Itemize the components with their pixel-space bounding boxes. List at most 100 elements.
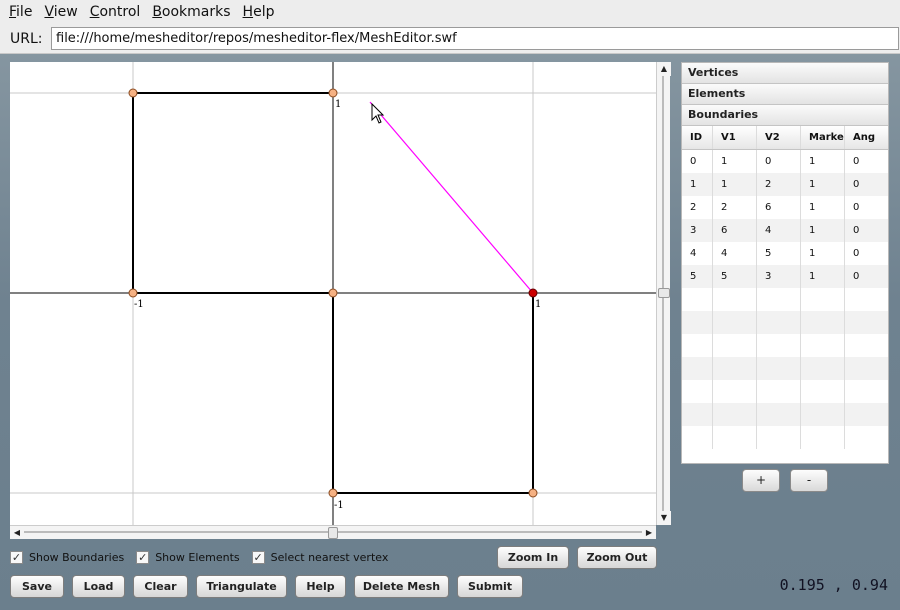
table-cell: 4 [757,219,801,242]
table-cell: 0 [853,248,860,259]
table-cell: 3 [682,219,713,242]
axis-label-bottom: -1 [334,500,344,511]
vertex[interactable] [528,488,538,498]
show-boundaries-option[interactable]: ✓ Show Boundaries [10,550,124,564]
accordion-vertices[interactable]: Vertices [682,63,888,84]
vertex[interactable] [328,88,338,98]
clear-button[interactable]: Clear [133,575,188,598]
zoom-out-button[interactable]: Zoom Out [577,546,657,569]
submit-button[interactable]: Submit [457,575,523,598]
show-elements-option[interactable]: ✓ Show Elements [136,550,240,564]
menu-control-label: ontrol [99,4,141,20]
menu-bookmarks[interactable]: Bookmarks [146,0,236,24]
table-row[interactable]: 2 2 6 1 0 [682,196,888,219]
selected-vertex[interactable] [528,288,538,298]
select-nearest-label: Select nearest vertex [270,550,389,564]
table-cell: 0 [853,225,860,236]
column-header-ang[interactable]: Ang [845,126,888,149]
menu-view[interactable]: View [38,0,83,24]
column-header-v1[interactable]: V1 [713,126,757,149]
table-row[interactable]: 1 1 2 1 0 [682,173,888,196]
table-cell: 0 [853,179,860,190]
menu-bar: File View Control Bookmarks Help [0,0,900,24]
scroll-left-arrow-icon[interactable]: ◀ [10,526,24,540]
remove-boundary-button[interactable]: - [790,469,828,492]
select-nearest-checkbox[interactable]: ✓ [251,550,265,564]
menu-file[interactable]: File [3,0,38,24]
add-boundary-button[interactable]: + [742,469,780,492]
table-cell: 2 [757,173,801,196]
show-elements-label: Show Elements [155,550,240,564]
axis-label-right: 1 [535,299,541,310]
axis-label-top: 1 [335,99,341,110]
table-row-empty [682,311,888,334]
mesh-svg[interactable]: 1 -1 1 -1 [10,62,656,525]
boundaries-table: ID V1 V2 Marke Ang 0 1 0 1 0 1 1 2 1 0 2… [682,126,888,449]
menu-help[interactable]: Help [237,0,281,24]
menu-bookmarks-label: ookmarks [161,4,231,20]
vertex[interactable] [128,288,138,298]
horizontal-scrollbar[interactable]: ◀ ▶ [10,525,656,539]
mesh-canvas[interactable]: 1 -1 1 -1 [10,62,656,525]
column-header-v2[interactable]: V2 [757,126,801,149]
table-row-empty [682,288,888,311]
table-cell: 0 [853,156,860,167]
url-bar: URL: file:///home/mesheditor/repos/meshe… [0,24,900,54]
table-row[interactable]: 4 4 5 1 0 [682,242,888,265]
table-cell: 1 [682,173,713,196]
scroll-up-arrow-icon[interactable]: ▲ [657,62,671,76]
table-cell: 5 [682,265,713,288]
cursor-coordinates: 0.195 , 0.94 [779,576,888,594]
table-cell: 5 [713,265,757,288]
menu-help-label: elp [253,4,275,20]
menu-bookmarks-mnemonic: B [152,4,162,20]
zoom-in-button[interactable]: Zoom In [497,546,569,569]
mouse-pointer-icon [371,102,385,124]
table-row-empty [682,426,888,449]
table-cell: 6 [757,196,801,219]
table-cell: 0 [682,150,713,173]
axis-label-left: -1 [134,299,144,310]
table-header: ID V1 V2 Marke Ang [682,126,888,150]
show-elements-checkbox[interactable]: ✓ [136,550,150,564]
help-button[interactable]: Help [295,575,346,598]
table-cell: 6 [713,219,757,242]
table-cell: 1 [801,219,845,242]
vertex[interactable] [328,488,338,498]
url-input[interactable]: file:///home/mesheditor/repos/mesheditor… [51,27,899,50]
vertical-scroll-thumb[interactable] [658,288,670,298]
table-row[interactable]: 3 6 4 1 0 [682,219,888,242]
table-cell: 3 [757,265,801,288]
table-cell: 2 [713,196,757,219]
vertical-scrollbar[interactable]: ▲ ▼ [656,62,671,525]
show-boundaries-checkbox[interactable]: ✓ [10,550,23,564]
menu-view-mnemonic: V [44,4,54,20]
horizontal-scroll-thumb[interactable] [328,527,338,539]
menu-file-mnemonic: F [9,4,17,20]
guide-line [369,101,534,294]
scroll-right-arrow-icon[interactable]: ▶ [642,526,656,540]
table-row[interactable]: 0 1 0 1 0 [682,150,888,173]
url-label: URL: [10,30,43,47]
column-header-id[interactable]: ID [682,126,713,149]
menu-control[interactable]: Control [84,0,147,24]
column-header-marker[interactable]: Marke [801,126,845,149]
table-cell: 4 [713,242,757,265]
delete-mesh-button[interactable]: Delete Mesh [354,575,449,598]
accordion-elements[interactable]: Elements [682,84,888,105]
table-cell: 2 [682,196,713,219]
vertex[interactable] [328,288,338,298]
table-row-empty [682,380,888,403]
menu-view-label: iew [53,4,78,20]
vertex[interactable] [128,88,138,98]
save-button[interactable]: Save [10,575,64,598]
table-row-empty [682,334,888,357]
table-cell: 0 [853,202,860,213]
triangulate-button[interactable]: Triangulate [196,575,287,598]
table-row[interactable]: 5 5 3 1 0 [682,265,888,288]
accordion-boundaries[interactable]: Boundaries [682,105,888,126]
load-button[interactable]: Load [72,575,125,598]
scroll-down-arrow-icon[interactable]: ▼ [657,511,671,525]
table-cell: 5 [757,242,801,265]
select-nearest-option[interactable]: ✓ Select nearest vertex [251,550,389,564]
